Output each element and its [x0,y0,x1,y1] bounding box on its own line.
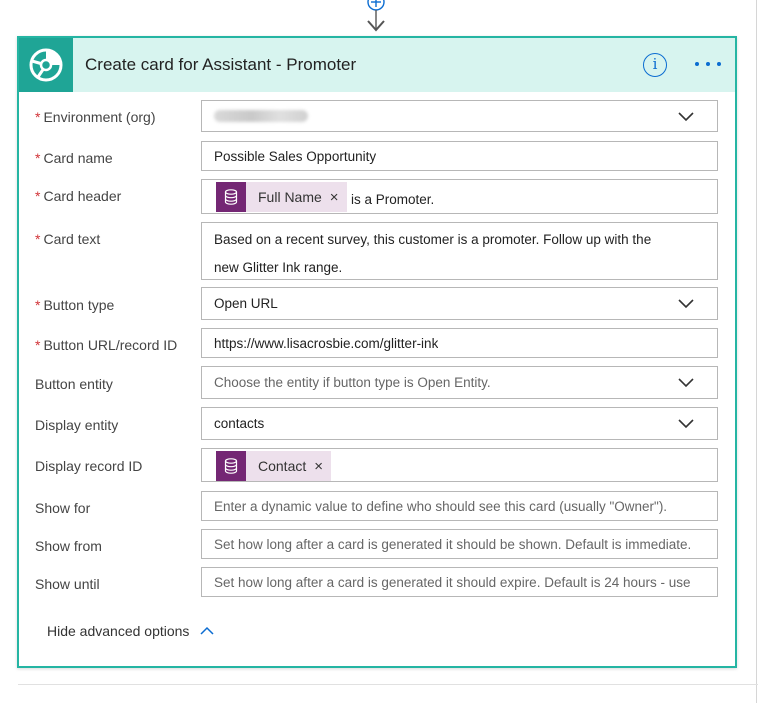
hide-advanced-options-button[interactable]: Hide advanced options [47,623,215,639]
card-header-suffix: is a Promoter. [351,192,435,207]
add-step-icon[interactable] [364,0,388,32]
row-display-entity: Display entity contacts [19,407,735,441]
button-entity-select[interactable]: Choose the entity if button type is Open… [201,366,718,399]
display-entity-label: Display entity [35,417,119,433]
card-name-value: Possible Sales Opportunity [214,149,377,164]
show-until-placeholder: Set how long after a card is generated i… [214,575,691,590]
add-step-connector[interactable] [364,0,388,32]
button-url-label: * Button URL/record ID [35,337,178,353]
card-name-input[interactable]: Possible Sales Opportunity [201,141,718,171]
more-options-icon[interactable] [695,54,721,74]
card-title[interactable]: Create card for Assistant - Promoter [85,55,356,75]
display-record-id-label: Display record ID [35,458,143,474]
show-from-placeholder: Set how long after a card is generated i… [214,537,692,552]
button-url-input[interactable]: https://www.lisacrosbie.com/glitter-ink [201,328,718,358]
environment-value-redacted [214,110,308,122]
display-entity-select[interactable]: contacts [201,407,718,440]
show-from-label: Show from [35,538,102,554]
chevron-down-icon[interactable] [677,418,695,430]
display-entity-value: contacts [214,416,265,431]
card-text-line-2: new Glitter Ink range. [214,260,343,275]
advanced-toggle-label: Hide advanced options [47,623,190,639]
database-icon [216,182,246,212]
row-show-until: Show until Set how long after a card is … [19,567,735,599]
button-type-select[interactable]: Open URL [201,287,718,320]
show-for-placeholder: Enter a dynamic value to define who shou… [214,499,668,514]
canvas-edge-right [756,0,757,703]
dynamic-token-contact[interactable]: Contact × [216,451,332,481]
show-from-input[interactable]: Set how long after a card is generated i… [201,529,718,559]
show-for-input[interactable]: Enter a dynamic value to define who shou… [201,491,718,521]
card-header-label: * Card header [35,188,122,204]
token-label: Contact [258,458,307,474]
chevron-down-icon[interactable] [677,298,695,310]
canvas-divider [18,684,758,685]
row-display-record-id: Display record ID Contact × [19,448,735,484]
card-header-bar[interactable]: Create card for Assistant - Promoter i [19,38,735,92]
token-remove-icon[interactable]: × [330,189,347,206]
button-entity-label: Button entity [35,376,113,392]
chevron-down-icon[interactable] [677,377,695,389]
row-show-from: Show from Set how long after a card is g… [19,529,735,561]
chevron-down-icon[interactable] [677,111,695,123]
action-card: Create card for Assistant - Promoter i *… [17,36,737,668]
dynamic-token-full-name[interactable]: Full Name × [216,182,347,212]
required-marker: * [35,109,41,125]
display-record-id-input[interactable]: Contact × [201,448,718,482]
chevron-up-icon [200,626,214,635]
show-for-label: Show for [35,500,91,516]
card-name-label: * Card name [35,150,113,166]
row-show-for: Show for Enter a dynamic value to define… [19,491,735,523]
environment-select[interactable] [201,100,718,132]
token-label: Full Name [258,189,322,205]
show-until-label: Show until [35,576,100,592]
button-entity-placeholder: Choose the entity if button type is Open… [214,375,491,390]
row-button-url: * Button URL/record ID https://www.lisacr… [19,328,735,360]
card-header-input[interactable]: Full Name × is a Promoter. [201,179,718,214]
cds-logo-icon [19,38,73,92]
show-until-input[interactable]: Set how long after a card is generated i… [201,567,718,597]
button-url-value: https://www.lisacrosbie.com/glitter-ink [214,336,439,351]
environment-label: * Environment (org) [35,109,156,125]
row-card-text: * Card text Based on a recent survey, thi… [19,222,735,282]
row-card-name: * Card name Possible Sales Opportunity [19,141,735,173]
card-text-label: * Card text [35,231,101,247]
row-button-entity: Button entity Choose the entity if butto… [19,366,735,400]
card-text-line-1: Based on a recent survey, this customer … [214,232,652,247]
database-icon [216,451,246,481]
button-type-label: * Button type [35,297,115,313]
row-button-type: * Button type Open URL [19,287,735,321]
token-remove-icon[interactable]: × [314,458,331,475]
row-card-header: * Card header Full Name × is a Promoter. [19,179,735,215]
card-text-input[interactable]: Based on a recent survey, this customer … [201,222,718,280]
button-type-value: Open URL [214,296,278,311]
info-icon[interactable]: i [643,53,667,77]
row-environment: * Environment (org) [19,100,735,134]
